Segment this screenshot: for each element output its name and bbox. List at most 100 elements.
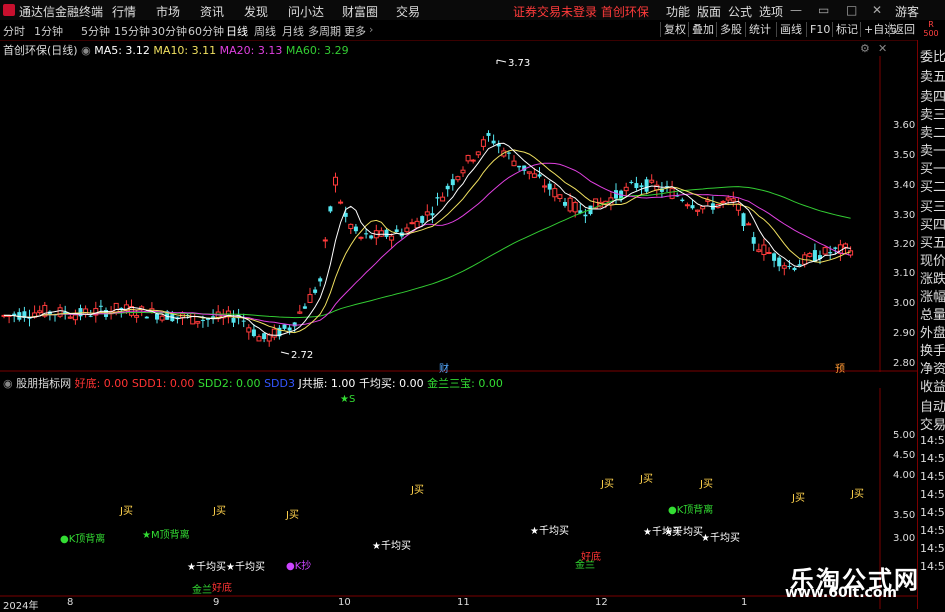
tongji-button[interactable]: 统计 [745,22,774,37]
period-monthly[interactable]: 月线 [282,23,304,39]
x-tick: 12 [595,597,608,608]
candle-body [563,202,567,206]
candle-body [241,320,246,322]
side-panel-item: 自动 [920,400,945,415]
period-daily[interactable]: 日线 [226,23,248,39]
signal-jmai: J买 [213,506,226,517]
candle-body [37,310,43,314]
candle-body [144,316,149,319]
period-more[interactable]: 更多 [344,23,366,39]
menu-banmian[interactable]: 版面 [697,3,721,20]
indicator-panel[interactable] [0,388,917,609]
candle-body [404,227,410,233]
candle-body [833,247,838,249]
price-tick: 3.20 [893,239,916,250]
menu-shichang[interactable]: 市场 [156,3,180,20]
close-icon[interactable]: ✕ [872,3,882,17]
period-5min[interactable]: 5分钟 [81,23,110,39]
menu-hangqing[interactable]: 行情 [112,3,136,20]
signal-haodi: 好底 [581,552,601,563]
x-tick: 11 [457,597,470,608]
huaxian-button[interactable]: 画线 [776,22,805,37]
maximize-icon[interactable]: □ [846,3,857,17]
side-panel-item: 14:56 [920,470,945,483]
price-tick: 3.60 [893,120,916,131]
candle-body [465,154,471,162]
candle-body [583,214,588,217]
period-60min[interactable]: 60分钟 [188,23,224,39]
candle-body [730,198,736,202]
candle-body [567,197,573,212]
candle-body [746,223,752,226]
side-panel-item: 卖一 [920,144,945,159]
back-button[interactable]: 返回 [889,22,918,37]
signal-qianjunmai: ★千均买 [372,541,411,552]
cai-marker-2[interactable]: 预 [835,360,845,375]
candle-body [537,174,542,177]
more-chevron-icon[interactable]: › [369,23,373,36]
candle-body [542,185,548,188]
candle-body [358,236,364,239]
menu-gongneng[interactable]: 功能 [666,3,690,20]
candle-body [313,289,318,293]
x-tick: 9 [213,597,220,608]
candle-body [506,152,511,154]
x-tick: 1 [741,597,748,608]
side-panel-item: 买五 [920,236,945,251]
cai-marker-1[interactable]: 财 [439,360,449,375]
signal-jmai: J买 [286,510,299,521]
candle-body [445,185,450,190]
side-panel-item: 14:56 [920,488,945,501]
restore-icon[interactable]: ▭ [818,3,829,17]
period-multi[interactable]: 多周期 [308,23,341,39]
app-logo-icon [3,4,15,16]
candle-body [262,333,267,340]
f10-button[interactable]: F10 [806,22,833,37]
period-weekly[interactable]: 周线 [254,23,276,39]
candle-body [175,316,180,318]
chart-close-icon[interactable]: ✕ [878,42,887,55]
menu-xuanxiang[interactable]: 选项 [759,3,783,20]
candle-body [690,205,695,209]
price-tick: 3.00 [893,298,916,309]
signal-qianjunmai: ★千均买 [664,527,703,538]
guest-label[interactable]: 游客 [895,3,919,20]
menu-faxian[interactable]: 发现 [244,3,268,20]
settings-gear-icon[interactable]: ⚙ [860,42,870,55]
candle-body [491,140,496,144]
fuquan-button[interactable]: 复权 [660,22,689,37]
duogu-button[interactable]: 多股 [716,22,745,37]
watermark-url: www.60lt.com [785,585,898,601]
candle-body [480,139,486,147]
price-tick: 2.90 [893,328,916,339]
signal-m-dingbeili: ★M顶背离 [142,530,190,541]
menu-gongshi[interactable]: 公式 [728,3,752,20]
signal-jmai: J买 [700,479,713,490]
diejia-button[interactable]: 叠加 [688,22,717,37]
candle-body [409,222,415,225]
biaoji-button[interactable]: 标记 [832,22,861,37]
side-panel-item: 卖三 [920,108,945,123]
candle-body [470,159,476,162]
candle-body [72,314,78,321]
side-panel-item: 14:56 [920,434,945,447]
signal-jmai: J买 [120,506,133,517]
menu-zixun[interactable]: 资讯 [200,3,224,20]
candle-body [378,230,384,237]
menu-jiaoyi[interactable]: 交易 [396,3,420,20]
candle-body [394,229,399,233]
menu-caifuquan[interactable]: 财富圈 [342,3,378,20]
minimize-icon[interactable]: — [790,3,802,17]
menu-wenxiaoda[interactable]: 问小达 [288,3,324,20]
period-30min[interactable]: 30分钟 [151,23,187,39]
candle-body [384,229,389,237]
kline-chart[interactable] [0,56,917,372]
candle-body [511,160,517,167]
candle-body [200,319,205,321]
period-fenshi[interactable]: 分时 [3,23,25,39]
period-1min[interactable]: 1分钟 [34,23,63,39]
candle-body [787,265,792,267]
candle-body [751,237,756,244]
period-15min[interactable]: 15分钟 [114,23,150,39]
login-notice[interactable]: 证券交易未登录 首创环保 [513,3,649,20]
